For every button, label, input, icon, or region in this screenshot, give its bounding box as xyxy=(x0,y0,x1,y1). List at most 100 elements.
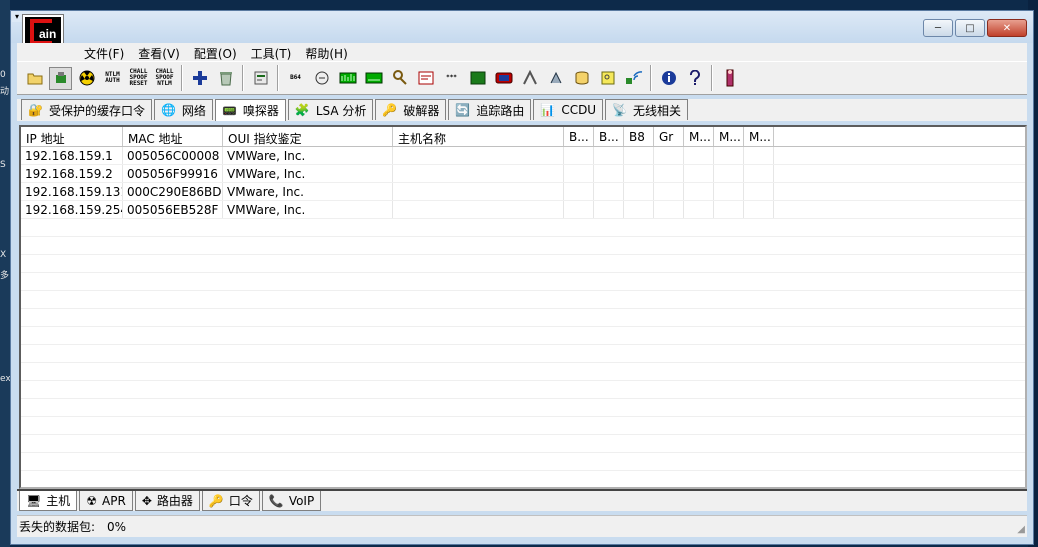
column-header-b2[interactable]: B... xyxy=(594,127,624,146)
apr-radiation-icon[interactable] xyxy=(75,67,98,90)
help-icon[interactable] xyxy=(683,67,706,90)
certificate-icon[interactable] xyxy=(249,67,272,90)
desktop-strip-left: 0 动 S X 多 ex xyxy=(0,0,11,547)
hex-editor-icon[interactable] xyxy=(336,67,359,90)
hostname-cell xyxy=(393,201,564,218)
gr-cell xyxy=(654,201,684,218)
empty-row xyxy=(21,381,1025,399)
tab-label: CCDU xyxy=(561,103,597,117)
radiation-icon: ☢ xyxy=(86,493,98,508)
minimize-button[interactable]: ─ xyxy=(923,19,953,37)
recycle-bin-icon[interactable] xyxy=(214,67,237,90)
empty-row xyxy=(21,291,1025,309)
tab-passwords[interactable]: 🔑 口令 xyxy=(201,491,260,511)
traceroute-icon: 🔄 xyxy=(455,103,471,117)
ip-cell: 192.168.159.1 xyxy=(21,147,123,164)
column-header-m2[interactable]: M... xyxy=(714,127,744,146)
menu-file[interactable]: 文件(F) xyxy=(77,43,131,61)
column-header-ip[interactable]: IP 地址 xyxy=(21,127,123,146)
database-icon[interactable] xyxy=(570,67,593,90)
tab-routers[interactable]: ✥ 路由器 xyxy=(134,491,200,511)
column-header-m3[interactable]: M... xyxy=(744,127,774,146)
menu-tools[interactable]: 工具(T) xyxy=(244,43,299,61)
tab-lsa[interactable]: 🧩 LSA 分析 xyxy=(287,99,374,120)
table-header: IP 地址 MAC 地址 OUI 指纹鉴定 主机名称 B... B... B8 … xyxy=(21,127,1025,147)
oui-cell: VMWare, Inc. xyxy=(223,201,393,218)
oui-cell: VMWare, Inc. xyxy=(223,165,393,182)
oui-cell: VMware, Inc. xyxy=(223,183,393,200)
column-header-b1[interactable]: B... xyxy=(564,127,594,146)
m3-cell xyxy=(744,165,774,182)
hash-calculator-icon[interactable] xyxy=(310,67,333,90)
packet-capture-icon[interactable] xyxy=(414,67,437,90)
table-row[interactable]: 192.168.159.131 000C290E86BD VMware, Inc… xyxy=(21,183,1025,201)
m3-cell xyxy=(744,147,774,164)
chall-ntlm-auth-icon[interactable]: NTLM AUTH xyxy=(101,67,124,90)
network-card-icon[interactable] xyxy=(492,67,515,90)
tab-sniffer[interactable]: 📟 嗅探器 xyxy=(214,99,286,121)
menu-help[interactable]: 帮助(H) xyxy=(298,43,354,61)
router-icon: ✥ xyxy=(141,493,152,508)
bottom-tab-strip: 🖥 主机 ☢ APR ✥ 路由器 🔑 口令 📞 VoIP xyxy=(17,489,1027,511)
base64-icon[interactable]: B64 xyxy=(284,67,307,90)
tab-cached-passwords[interactable]: 🔐 受保护的缓存口令 xyxy=(21,99,152,120)
open-folder-icon[interactable] xyxy=(23,67,46,90)
toolbar-auth-text: AUTH xyxy=(105,77,120,84)
add-icon[interactable] xyxy=(188,67,211,90)
sniffer-toggle-icon[interactable] xyxy=(49,66,72,90)
table-row[interactable]: 192.168.159.254 005056EB528F VMWare, Inc… xyxy=(21,201,1025,219)
chall-spoof-reset-icon[interactable]: CHALL SPOOF RESET xyxy=(127,67,150,90)
console-icon[interactable] xyxy=(466,67,489,90)
column-header-oui[interactable]: OUI 指纹鉴定 xyxy=(223,127,393,146)
password-box-icon[interactable]: *** xyxy=(440,67,463,90)
tab-hosts[interactable]: 🖥 主机 xyxy=(19,491,78,511)
resize-grip-icon[interactable]: ◢ xyxy=(1017,524,1025,535)
mac-address-icon[interactable] xyxy=(362,67,385,90)
b2-cell xyxy=(594,165,624,182)
wireless-scan-icon[interactable] xyxy=(544,67,567,90)
b8-cell xyxy=(624,201,654,218)
tab-cracker[interactable]: 🔑 破解器 xyxy=(375,99,447,120)
toolbar-ntlm-text: NTLM xyxy=(157,80,172,87)
sticky-key-icon[interactable] xyxy=(596,67,619,90)
menu-view[interactable]: 查看(V) xyxy=(131,43,187,61)
key-search-icon[interactable] xyxy=(388,67,411,90)
empty-row xyxy=(21,399,1025,417)
table-row[interactable]: 192.168.159.1 005056C00008 VMWare, Inc. xyxy=(21,147,1025,165)
mac-cell: 000C290E86BD xyxy=(123,183,223,200)
tab-voip[interactable]: 📞 VoIP xyxy=(261,491,322,511)
column-header-gr[interactable]: Gr xyxy=(654,127,684,146)
title-bar[interactable]: ▾ ain ─ □ ✕ xyxy=(11,11,1033,50)
empty-row xyxy=(21,219,1025,237)
gr-cell xyxy=(654,183,684,200)
logo-text: ain xyxy=(39,27,57,41)
empty-row xyxy=(21,363,1025,381)
chall-spoof-ntlm-icon[interactable]: CHALL SPOOF NTLM xyxy=(153,67,176,90)
tab-label: APR xyxy=(102,493,126,508)
wireless-signal-icon[interactable] xyxy=(622,67,645,90)
tab-wireless[interactable]: 📡 无线相关 xyxy=(605,99,689,120)
info-icon[interactable] xyxy=(657,67,680,90)
b1-cell xyxy=(564,165,594,182)
toolbar-reset-text: RESET xyxy=(129,80,148,87)
column-header-mac[interactable]: MAC 地址 xyxy=(123,127,223,146)
column-header-b8[interactable]: B8 xyxy=(624,127,654,146)
b8-cell xyxy=(624,165,654,182)
maximize-button[interactable]: □ xyxy=(955,19,985,37)
tab-apr[interactable]: ☢ APR xyxy=(79,491,133,511)
table-row[interactable]: 192.168.159.2 005056F99916 VMWare, Inc. xyxy=(21,165,1025,183)
column-header-m1[interactable]: M... xyxy=(684,127,714,146)
column-header-hostname[interactable]: 主机名称 xyxy=(393,127,564,146)
system-menu-icon[interactable]: ▾ xyxy=(12,12,22,22)
tab-network[interactable]: 🌐 网络 xyxy=(153,99,213,120)
route-tool-icon[interactable] xyxy=(518,67,541,90)
exit-icon[interactable] xyxy=(718,67,741,90)
tab-traceroute[interactable]: 🔄 追踪路由 xyxy=(448,99,532,120)
menu-bar: 文件(F) 查看(V) 配置(O) 工具(T) 帮助(H) xyxy=(17,43,1027,61)
menu-config[interactable]: 配置(O) xyxy=(187,43,244,61)
m1-cell xyxy=(684,165,714,182)
tab-ccdu[interactable]: 📊 CCDU xyxy=(533,99,604,120)
hosts-table[interactable]: IP 地址 MAC 地址 OUI 指纹鉴定 主机名称 B... B... B8 … xyxy=(19,125,1027,489)
close-button[interactable]: ✕ xyxy=(987,19,1027,37)
app-window: ▾ ain ─ □ ✕ 文件(F) 查看(V) 配置(O) 工具(T) 帮助(H… xyxy=(10,10,1034,545)
